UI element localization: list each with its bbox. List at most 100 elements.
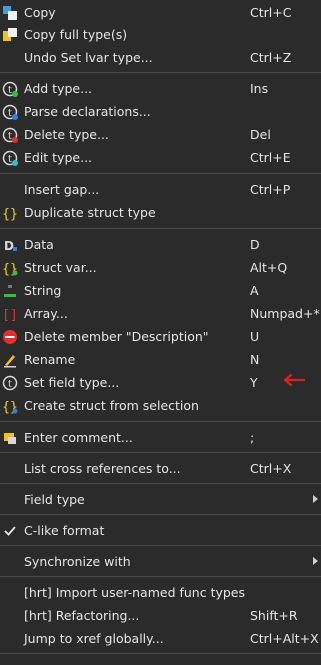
menu-item-shortcut: Ctrl+P: [250, 182, 291, 197]
checkmark-icon: [4, 526, 16, 536]
svg-text:t: t: [8, 131, 12, 142]
menu-item-label: C-like format: [24, 523, 105, 538]
array-icon: []: [2, 308, 18, 322]
data-icon: D: [4, 239, 17, 253]
menu-item-shortcut: N: [250, 352, 260, 367]
menu-item-shortcut: Ctrl+E: [250, 150, 291, 165]
menu-item-copy[interactable]: Copy Ctrl+C: [0, 2, 321, 24]
menu-item-shortcut: Ctrl+Alt+X: [250, 631, 319, 646]
menu-item-label: [hrt] Import user-named func types: [24, 585, 246, 600]
menu-item-label: Set field type...: [24, 375, 120, 390]
menu-item-shortcut: Ins: [250, 81, 269, 96]
menu-item-shortcut: Ctrl+X: [250, 461, 292, 476]
menu-item-edit-type[interactable]: t Edit type... Ctrl+E: [0, 147, 321, 169]
menu-separator: [0, 483, 321, 484]
menu-item-label: [hrt] Refactoring...: [24, 608, 140, 623]
copy-icon: [3, 6, 17, 20]
annotation-arrow-icon: [283, 373, 305, 387]
svg-text:t: t: [8, 85, 12, 96]
menu-item-undo[interactable]: Undo Set lvar type... Ctrl+Z: [0, 47, 321, 69]
parse-declarations-icon: t: [2, 104, 18, 120]
menu-item-hrt-import-func-types[interactable]: [hrt] Import user-named func types: [0, 582, 321, 604]
menu-item-delete-member[interactable]: Delete member "Description" U: [0, 326, 321, 348]
menu-separator: [0, 514, 321, 515]
menu-separator: [0, 72, 321, 73]
duplicate-struct-icon: {}: [2, 207, 18, 221]
svg-text:t: t: [8, 154, 12, 165]
svg-text:t: t: [8, 108, 12, 119]
menu-item-label: Edit type...: [24, 150, 93, 165]
menu-separator: [0, 452, 321, 453]
menu-item-label: String: [24, 283, 62, 298]
menu-separator: [0, 576, 321, 577]
svg-text:[]: []: [2, 308, 18, 322]
context-menu: Copy Ctrl+C Copy full type(s) Undo Set l…: [0, 0, 321, 665]
menu-item-c-like-format[interactable]: C-like format: [0, 520, 321, 542]
menu-item-jump-to-xref-globally[interactable]: Jump to xref globally... Ctrl+Alt+X: [0, 628, 321, 650]
menu-item-duplicate-struct-type[interactable]: {} Duplicate struct type: [0, 202, 321, 224]
delete-member-icon: [3, 330, 17, 344]
delete-type-icon: t: [2, 127, 18, 143]
menu-separator: [0, 653, 321, 654]
menu-item-label: Delete type...: [24, 127, 109, 142]
menu-item-create-struct-from-selection[interactable]: {} Create struct from selection: [0, 395, 321, 417]
menu-item-field-type[interactable]: Field type: [0, 489, 321, 511]
menu-item-shortcut: D: [250, 237, 260, 252]
menu-item-data[interactable]: D Data D: [0, 234, 321, 256]
menu-item-label: Undo Set lvar type...: [24, 50, 153, 65]
menu-item-struct-var[interactable]: {} Struct var... Alt+Q: [0, 257, 321, 279]
menu-item-shortcut: Shift+R: [250, 608, 298, 623]
menu-item-label: Delete member "Description": [24, 329, 209, 344]
menu-item-label: Create struct from selection: [24, 398, 199, 413]
menu-item-delete-type[interactable]: t Delete type... Del: [0, 124, 321, 146]
menu-item-shortcut: ;: [250, 430, 255, 445]
menu-item-label: Array...: [24, 306, 68, 321]
menu-item-label: Data: [24, 237, 54, 252]
set-field-type-icon: t: [2, 375, 18, 391]
menu-item-shortcut: Numpad+*: [250, 306, 320, 321]
menu-item-hrt-refactoring[interactable]: [hrt] Refactoring... Shift+R: [0, 605, 321, 627]
submenu-arrow-icon: [313, 557, 318, 565]
svg-text:t: t: [8, 379, 12, 390]
menu-item-add-type[interactable]: t Add type... Ins: [0, 78, 321, 100]
menu-item-shortcut: Ctrl+Z: [250, 50, 292, 65]
comment-icon: [4, 433, 16, 444]
menu-item-shortcut: U: [250, 329, 260, 344]
menu-item-label: Duplicate struct type: [24, 205, 156, 220]
svg-text:{}: {}: [2, 207, 18, 221]
menu-item-label: Parse declarations...: [24, 104, 151, 119]
menu-item-rename[interactable]: Rename N: [0, 349, 321, 371]
menu-item-copy-full-types[interactable]: Copy full type(s): [0, 24, 321, 46]
menu-item-shortcut: A: [250, 283, 259, 298]
menu-item-array[interactable]: [] Array... Numpad+*: [0, 303, 321, 325]
menu-item-label: Copy: [24, 5, 56, 20]
copy-full-type-icon: [3, 28, 17, 41]
menu-item-insert-gap[interactable]: Insert gap... Ctrl+P: [0, 179, 321, 201]
submenu-arrow-icon: [313, 495, 318, 503]
menu-separator: [0, 173, 321, 174]
menu-item-shortcut: Ctrl+C: [250, 5, 292, 20]
menu-item-label: Rename: [24, 352, 76, 367]
menu-item-label: List cross references to...: [24, 461, 181, 476]
menu-separator: [0, 545, 321, 546]
create-struct-icon: {}: [2, 400, 18, 414]
string-icon: ": [4, 283, 16, 297]
menu-item-string[interactable]: " String A: [0, 280, 321, 302]
rename-icon: [4, 355, 16, 368]
menu-item-synchronize-with[interactable]: Synchronize with: [0, 551, 321, 573]
menu-item-label: Insert gap...: [24, 182, 100, 197]
svg-text:D: D: [4, 239, 14, 253]
menu-item-shortcut: Alt+Q: [250, 260, 288, 275]
add-type-icon: t: [2, 81, 18, 97]
menu-item-shortcut: Y: [250, 375, 258, 390]
menu-item-parse-declarations[interactable]: t Parse declarations...: [0, 101, 321, 123]
menu-separator: [0, 228, 321, 229]
menu-item-set-field-type[interactable]: t Set field type... Y: [0, 372, 321, 394]
menu-item-enter-comment[interactable]: Enter comment... ;: [0, 427, 321, 449]
edit-type-icon: t: [2, 150, 18, 166]
menu-item-label: Field type: [24, 492, 85, 507]
menu-item-shortcut: Del: [250, 127, 271, 142]
menu-item-label: Struct var...: [24, 260, 97, 275]
menu-item-list-cross-references[interactable]: List cross references to... Ctrl+X: [0, 458, 321, 480]
menu-item-label: Synchronize with: [24, 554, 131, 569]
